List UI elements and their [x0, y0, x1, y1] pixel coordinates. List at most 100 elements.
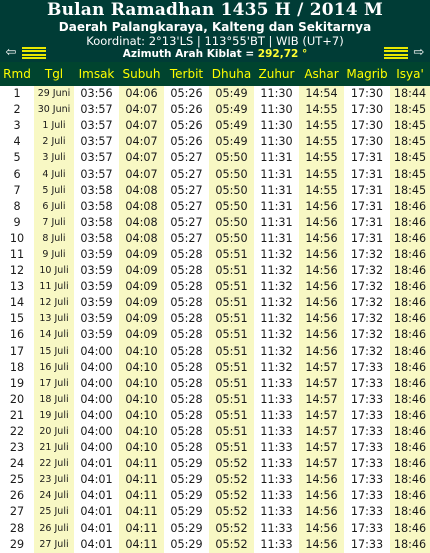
table-cell: 18:45: [390, 182, 430, 199]
grip-lines-icon[interactable]: [384, 47, 408, 59]
table-cell: 19 Juli: [34, 407, 74, 424]
arrow-left-icon[interactable]: ⇦: [3, 46, 19, 60]
table-cell: 17:33: [344, 504, 390, 521]
table-cell: 04:09: [119, 311, 164, 328]
table-cell: 18:46: [390, 375, 430, 392]
table-cell: 03:59: [74, 279, 119, 296]
table-cell: 05:27: [164, 214, 209, 231]
table-cell: 30 Juni: [34, 102, 74, 119]
arrow-right-icon[interactable]: ⇨: [411, 46, 427, 60]
table-cell: 05:51: [209, 375, 254, 392]
table-cell: 05:51: [209, 391, 254, 408]
table-row: 20 18 Juli 04:00 04:10 05:28 05:51 11:33 14:57 1…: [0, 391, 430, 408]
table-cell: 18:46: [390, 440, 430, 457]
table-row: 11 9 Juli 03:59 04:09 05:28 05:51 11:32 14:56 17…: [0, 246, 430, 264]
table-cell: 2: [0, 102, 34, 119]
table-cell: 18:45: [390, 150, 430, 167]
table-cell: 11:31: [254, 182, 299, 199]
table-cell: 27: [0, 504, 34, 521]
table-cell: 04:07: [119, 150, 164, 167]
table-cell: 21: [0, 407, 34, 424]
table-cell: 18:46: [390, 520, 430, 537]
table-cell: 04:11: [119, 520, 164, 537]
table-cell: 23 Juli: [34, 472, 74, 489]
table-cell: 22 Juli: [34, 456, 74, 473]
table-cell: 05:51: [209, 407, 254, 424]
table-row: 64 Juli 03:57 04:07 05:27 05:50 11:31 14:55 17:…: [0, 166, 430, 183]
table-row: 16 14 Juli 03:59 04:09 05:28 05:51 11:32 14:56 1…: [0, 327, 430, 344]
table-cell: 05:52: [209, 456, 254, 473]
column-header-dhuha: Dhuha: [211, 67, 252, 81]
table-cell: 29 Juni: [34, 86, 74, 103]
table-cell: 14:57: [299, 375, 344, 392]
table-cell: 14:56: [299, 536, 344, 553]
table-row: 22 20 Juli 04:00 04:10 05:28 05:51 11:33 14:57 1…: [0, 423, 430, 441]
table-cell: 22: [0, 423, 34, 441]
table-cell: 9: [0, 214, 34, 231]
table-cell: 20: [0, 391, 34, 408]
table-cell: 04:10: [119, 343, 164, 360]
azimuth-label: Azimuth Arah Kiblat =: [122, 47, 258, 60]
table-cell: 05:28: [164, 295, 209, 312]
table-cell: 25 Juli: [34, 504, 74, 521]
table-cell: 20 Juli: [34, 423, 74, 441]
table-cell: 17:32: [344, 343, 390, 360]
table-cell: 2 Juli: [34, 134, 74, 151]
table-cell: 05:26: [164, 134, 209, 151]
table-cell: 11:32: [254, 327, 299, 344]
table-cell: 04:00: [74, 423, 119, 441]
table-cell: 03:57: [74, 150, 119, 167]
table-cell: 6 Juli: [34, 198, 74, 215]
table-cell: 04:08: [119, 182, 164, 199]
table-cell: 17:30: [344, 134, 390, 151]
table-cell: 17:33: [344, 407, 390, 424]
table-cell: 14:56: [299, 472, 344, 489]
table-cell: 18:46: [390, 214, 430, 231]
table-cell: 26 Juli: [34, 520, 74, 537]
grip-lines-icon[interactable]: [22, 47, 46, 59]
table-cell: 18:46: [390, 488, 430, 505]
table-cell: 14:56: [299, 214, 344, 231]
table-cell: 05:27: [164, 182, 209, 199]
table-cell: 03:57: [74, 118, 119, 135]
table-cell: 05:27: [164, 166, 209, 183]
table-cell: 03:57: [74, 102, 119, 119]
table-cell: 05:28: [164, 343, 209, 360]
table-cell: 05:50: [209, 230, 254, 247]
table-cell: 05:52: [209, 472, 254, 489]
table-cell: 05:29: [164, 536, 209, 553]
table-cell: 3: [0, 118, 34, 135]
table-cell: 17:33: [344, 536, 390, 553]
table-cell: 14:56: [299, 246, 344, 264]
table-cell: 04:08: [119, 214, 164, 231]
table-cell: 7 Juli: [34, 214, 74, 231]
table-cell: 05:51: [209, 423, 254, 441]
table-cell: 04:10: [119, 359, 164, 376]
table-cell: 18:46: [390, 263, 430, 280]
table-cell: 05:50: [209, 198, 254, 215]
table-cell: 17:31: [344, 182, 390, 199]
table-cell: 17:32: [344, 327, 390, 344]
table-cell: 04:01: [74, 504, 119, 521]
table-cell: 11:31: [254, 214, 299, 231]
table-cell: 11:32: [254, 279, 299, 296]
table-cell: 05:29: [164, 472, 209, 489]
table-cell: 04:10: [119, 407, 164, 424]
table-cell: 05:28: [164, 311, 209, 328]
table-cell: 18:46: [390, 504, 430, 521]
schedule-page: Bulan Ramadhan 1435 H / 2014 M Daerah Pa…: [0, 0, 430, 553]
table-cell: 11:33: [254, 391, 299, 408]
table-cell: 11 Juli: [34, 279, 74, 296]
table-cell: 11:32: [254, 359, 299, 376]
table-cell: 9 Juli: [34, 246, 74, 264]
column-header-terbit: Terbit: [169, 67, 204, 81]
table-cell: 8: [0, 198, 34, 215]
table-cell: 04:09: [119, 295, 164, 312]
table-cell: 17:31: [344, 166, 390, 183]
table-cell: 15 Juli: [34, 343, 74, 360]
table-cell: 05:29: [164, 504, 209, 521]
table-cell: 3 Juli: [34, 150, 74, 167]
table-cell: 05:27: [164, 198, 209, 215]
region-subtitle: Daerah Palangkaraya, Kalteng dan Sekitar…: [58, 20, 372, 34]
table-cell: 18:46: [390, 295, 430, 312]
